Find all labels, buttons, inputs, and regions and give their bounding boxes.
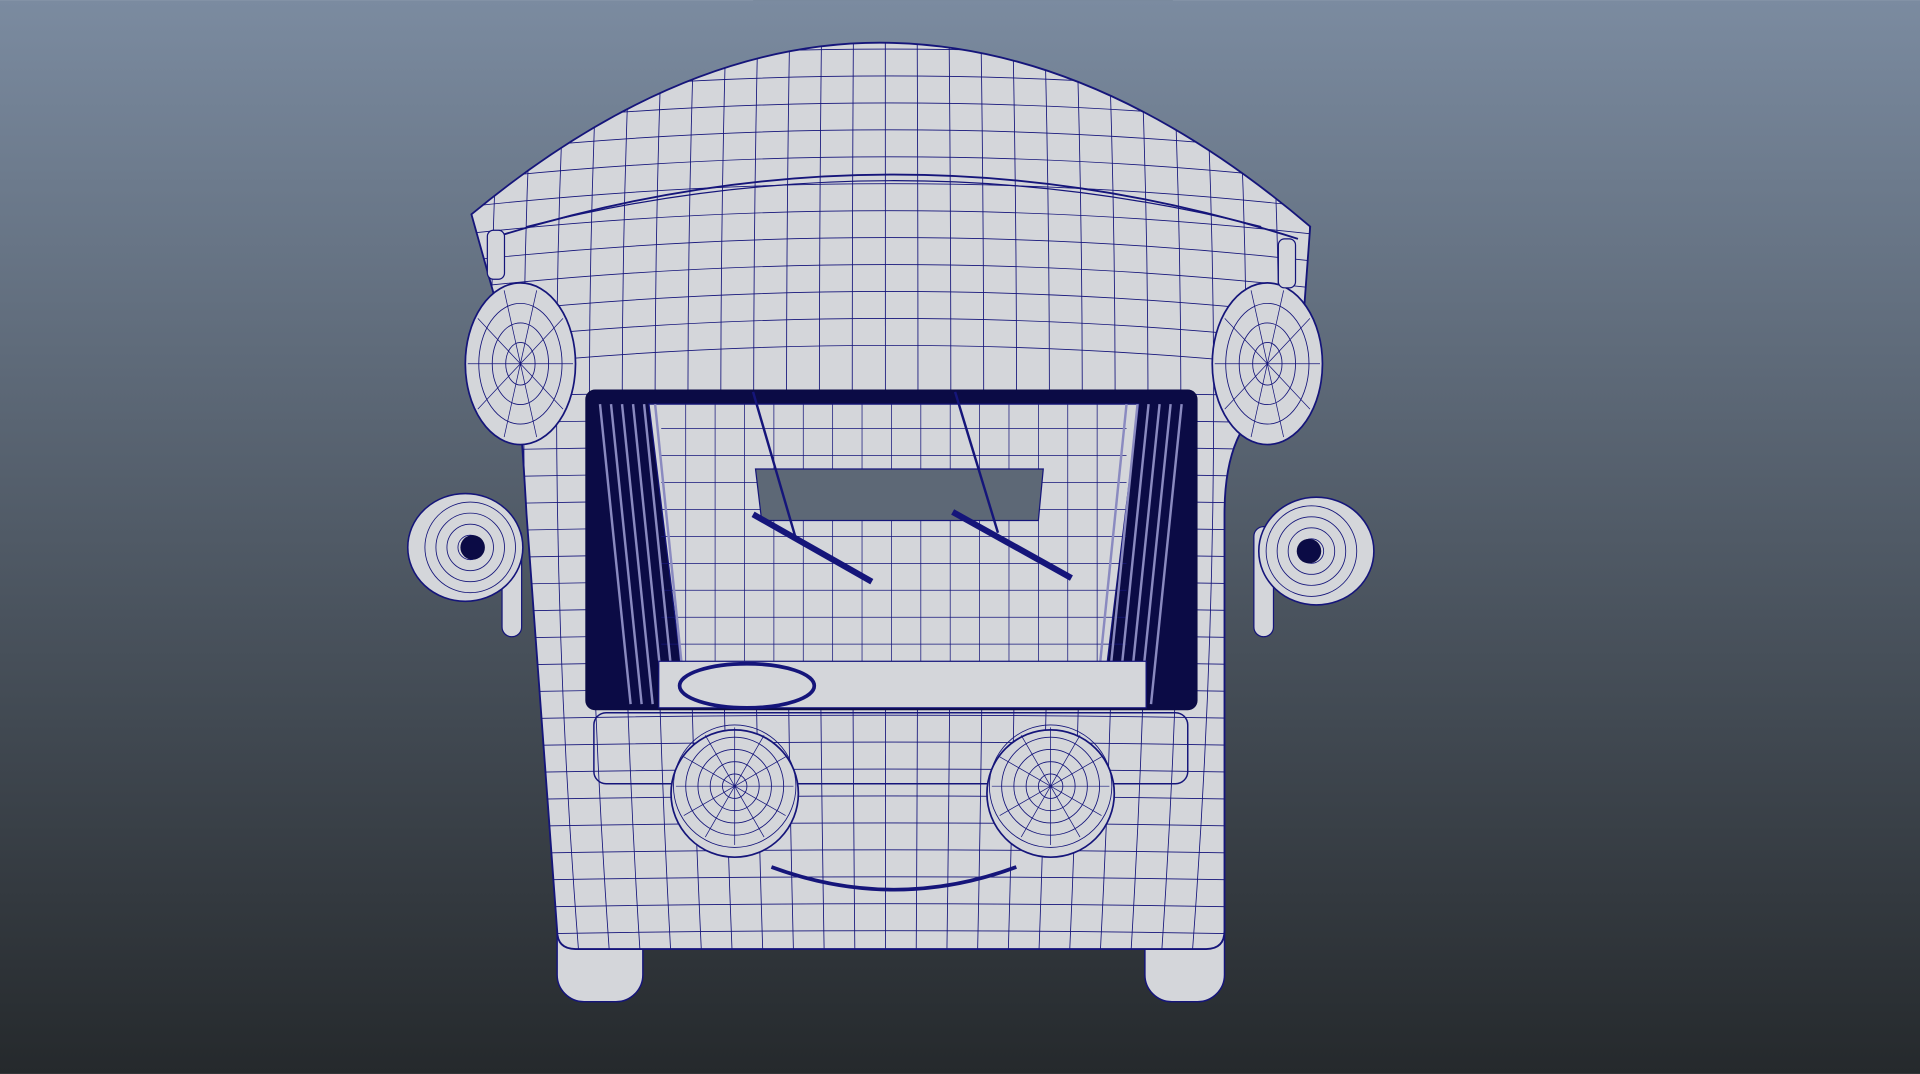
mirror-right xyxy=(1277,238,1297,289)
cab-interior xyxy=(648,403,1140,705)
dashboard xyxy=(658,660,1147,709)
bus-model-wireframe[interactable] xyxy=(0,0,1920,1074)
3d-viewport[interactable] xyxy=(0,0,1920,1074)
rear-window-opening xyxy=(754,468,1044,522)
horn-bell-1 xyxy=(1296,538,1322,564)
horn-bell-0 xyxy=(460,535,485,560)
mirror-left xyxy=(486,229,506,280)
